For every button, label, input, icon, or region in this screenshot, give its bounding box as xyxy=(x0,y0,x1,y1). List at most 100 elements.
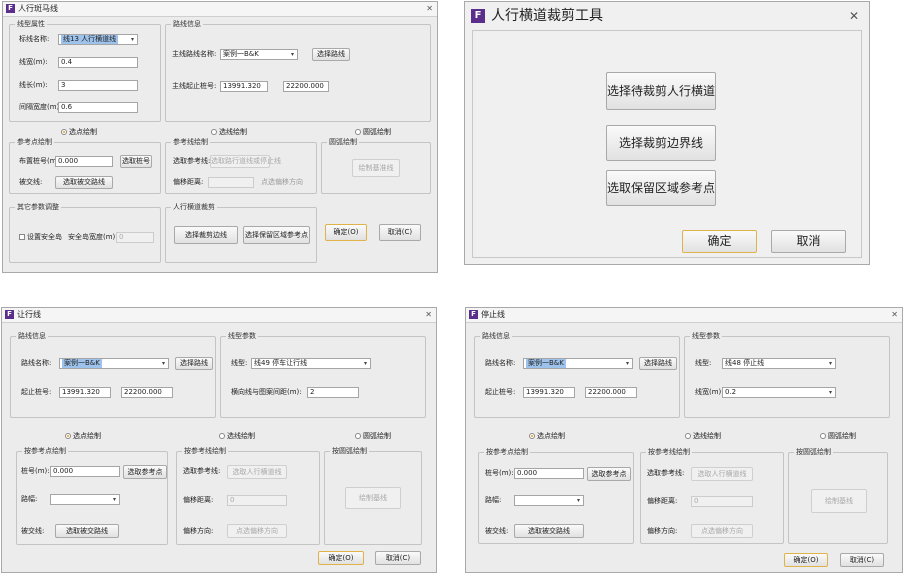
group-title: 线型属性 xyxy=(15,19,47,29)
select-route-button[interactable]: 选择路线 xyxy=(312,48,350,61)
pick-ref-point-button[interactable]: 选取参考点 xyxy=(587,467,631,481)
station-input[interactable]: 0.000 xyxy=(50,466,120,477)
radio-arc-draw[interactable]: 圆弧绘制 xyxy=(355,431,391,441)
offset-direction-button[interactable]: 点选偏移方向 xyxy=(691,524,753,538)
offset-direction-button[interactable]: 点选偏移方向 xyxy=(227,524,287,538)
end-station-input[interactable]: 22200.000 xyxy=(283,81,329,92)
spacing-input[interactable]: 2 xyxy=(307,387,359,398)
pick-station-button[interactable]: 选取桩号 xyxy=(120,155,152,168)
lane-select[interactable]: ▾ xyxy=(514,495,584,506)
cancel-button[interactable]: 取消(C) xyxy=(379,224,421,241)
group-title: 线型参数 xyxy=(226,331,258,341)
radio-icon xyxy=(820,433,826,439)
start-station-input[interactable]: 13991.320 xyxy=(523,387,575,398)
select-trim-boundary-button[interactable]: 选择裁剪边界线 xyxy=(606,125,716,161)
island-width-input[interactable]: 0 xyxy=(116,232,154,243)
route-name-select[interactable]: 案例一B&K ▾ xyxy=(523,358,633,369)
station-input[interactable]: 0.000 xyxy=(55,156,113,167)
end-station-input[interactable]: 22200.000 xyxy=(585,387,637,398)
label-route-name: 路线名称: xyxy=(21,359,52,367)
cancel-button[interactable]: 取消(C) xyxy=(375,551,421,565)
app-icon: F xyxy=(6,4,15,13)
group-title: 按参考线绘制 xyxy=(182,446,228,456)
close-icon[interactable]: ✕ xyxy=(425,308,432,322)
line-width-value: 0.2 xyxy=(725,388,737,396)
label-station: 桩号(m): xyxy=(485,469,514,477)
group-title: 其它参数调整 xyxy=(15,202,61,212)
line-name-select[interactable]: 线13 人行横道线 ▾ xyxy=(58,34,138,45)
group-title: 圆弧绘制 xyxy=(327,137,359,147)
ok-button[interactable]: 确定(O) xyxy=(318,551,364,565)
close-icon[interactable]: ✕ xyxy=(849,2,859,30)
line-length-input[interactable]: 3 xyxy=(58,80,138,91)
pick-crosswalk-line-button[interactable]: 选取人行横道线 xyxy=(691,467,753,481)
start-station-input[interactable]: 13991.320 xyxy=(59,387,111,398)
radio-arc-draw[interactable]: 圆弧绘制 xyxy=(820,431,856,441)
cancel-button[interactable]: 取消 xyxy=(771,230,846,253)
group-title: 参考点绘制 xyxy=(15,137,54,147)
window-stop-line: F 停止线 ✕ 路线信息 路线名称: 案例一B&K ▾ 选择路线 起止桩号: 1… xyxy=(465,307,903,573)
close-icon[interactable]: ✕ xyxy=(891,308,898,322)
group-ref-point: 按参考点绘制 桩号(m): 0.000 选取参考点 路幅: ▾ 被交线: 选取被… xyxy=(16,446,168,545)
trim-border-button[interactable]: 选择裁剪边线 xyxy=(174,226,238,244)
label-lane: 路幅: xyxy=(21,495,38,503)
pick-cross-route-button[interactable]: 选取被交路线 xyxy=(55,524,119,538)
offset-direction-link[interactable]: 点选偏移方向 xyxy=(261,177,303,187)
line-type-select[interactable]: 线48 停止线 ▾ xyxy=(722,358,836,369)
select-route-button[interactable]: 选择路线 xyxy=(175,357,213,370)
line-width-input[interactable]: 0.4 xyxy=(58,57,138,68)
radio-line-draw[interactable]: 选线绘制 xyxy=(211,127,247,137)
pick-ref-line-button[interactable]: 选取路行道线或停止线 xyxy=(210,155,281,168)
label-station-range: 起止桩号: xyxy=(485,388,516,396)
title-bar[interactable]: F 人行斑马线 ✕ xyxy=(3,2,437,17)
draw-baseline-button[interactable]: 绘制基线 xyxy=(345,487,401,509)
offset-input[interactable] xyxy=(208,177,254,188)
pick-cross-route-button[interactable]: 选取被交路线 xyxy=(514,524,584,538)
draw-baseline-button[interactable]: 绘制基线 xyxy=(811,489,867,513)
radio-selected-icon xyxy=(65,433,71,439)
group-title: 人行横道裁剪 xyxy=(171,202,217,212)
station-input[interactable]: 0.000 xyxy=(514,468,584,479)
route-name-select[interactable]: 案例一B&K ▾ xyxy=(59,358,169,369)
group-title: 按参考点绘制 xyxy=(484,447,530,457)
offset-input[interactable]: 0 xyxy=(227,495,287,506)
pick-ref-point-button[interactable]: 选取参考点 xyxy=(123,465,167,479)
main-route-select[interactable]: 案例一B&K ▾ xyxy=(220,49,298,60)
close-icon[interactable]: ✕ xyxy=(426,2,433,16)
end-station-input[interactable]: 22200.000 xyxy=(121,387,173,398)
radio-line-draw[interactable]: 选线绘制 xyxy=(219,431,255,441)
select-keep-ref-point-button[interactable]: 选取保留区域参考点 xyxy=(606,170,716,206)
radio-point-draw[interactable]: 选点绘制 xyxy=(65,431,101,441)
cancel-button[interactable]: 取消(C) xyxy=(840,553,884,567)
gap-width-input[interactable]: 0.6 xyxy=(58,102,138,113)
title-bar[interactable]: F 让行线 ✕ xyxy=(2,308,436,323)
offset-input[interactable]: 0 xyxy=(691,496,753,507)
group-road-info: 路线信息 路线名称: 案例一B&K ▾ 选择路线 起止桩号: 13991.320… xyxy=(474,331,680,418)
radio-point-draw[interactable]: 选点绘制 xyxy=(61,127,97,137)
line-width-select[interactable]: 0.2 ▾ xyxy=(722,387,836,398)
window-title: 让行线 xyxy=(17,310,41,319)
select-crosswalk-button[interactable]: 选择待裁剪人行横道 xyxy=(606,72,716,110)
ok-button[interactable]: 确定(O) xyxy=(784,553,828,567)
lane-select[interactable]: ▾ xyxy=(50,494,120,505)
radio-arc-draw[interactable]: 圆弧绘制 xyxy=(355,127,391,137)
chevron-down-icon: ▾ xyxy=(130,36,134,43)
island-checkbox[interactable]: 设置安全岛 xyxy=(19,232,62,242)
radio-label: 选点绘制 xyxy=(73,432,101,440)
select-route-button[interactable]: 选择路线 xyxy=(639,357,677,370)
window-title: 人行斑马线 xyxy=(18,4,58,13)
line-type-select[interactable]: 线49 停车让行线 ▾ xyxy=(251,358,371,369)
title-bar[interactable]: F 人行横道裁剪工具 ✕ xyxy=(465,2,869,30)
ok-button[interactable]: 确定(O) xyxy=(325,224,367,241)
title-bar[interactable]: F 停止线 ✕ xyxy=(466,308,902,323)
radio-selected-icon xyxy=(61,129,67,135)
radio-point-draw[interactable]: 选点绘制 xyxy=(529,431,565,441)
ok-button[interactable]: 确定 xyxy=(682,230,757,253)
keep-ref-point-button[interactable]: 选择保留区域参考点 xyxy=(243,226,310,244)
pick-crosswalk-line-button[interactable]: 选取人行横道线 xyxy=(227,465,287,479)
start-station-input[interactable]: 13991.320 xyxy=(220,81,268,92)
pick-cross-route-button[interactable]: 选取被交路线 xyxy=(55,176,113,189)
group-title: 路线信息 xyxy=(16,331,48,341)
draw-baseline-button[interactable]: 绘制基准线 xyxy=(352,159,400,177)
radio-line-draw[interactable]: 选线绘制 xyxy=(685,431,721,441)
